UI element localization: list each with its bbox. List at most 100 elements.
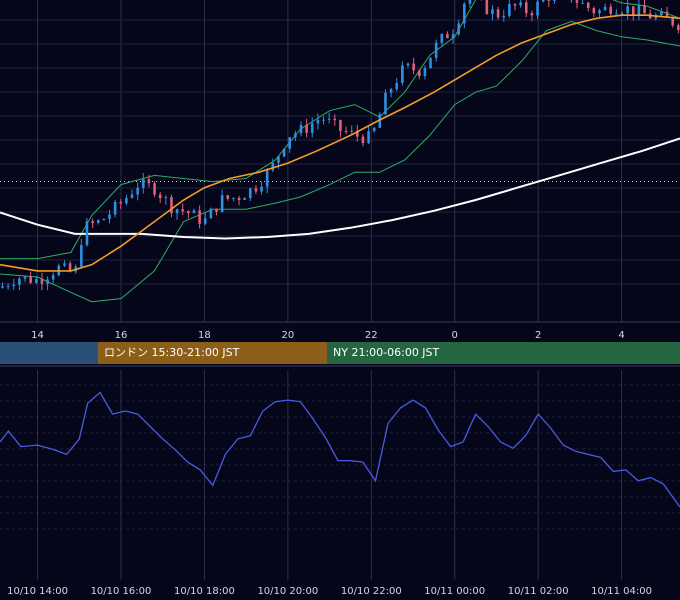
candle-up [232, 197, 235, 199]
candle-up [51, 275, 55, 280]
osc-x-tick-label: 10/11 02:00 [508, 586, 569, 597]
candle-up [113, 201, 117, 215]
candle-up [637, 5, 641, 15]
candle-up [468, 0, 472, 4]
candle-down [586, 2, 590, 9]
session-band-tokyo [0, 342, 98, 364]
price-x-tick-label: 4 [618, 330, 624, 341]
candle-down [181, 209, 185, 212]
candle-up [220, 195, 224, 212]
candle-down [496, 9, 500, 18]
candle-down [91, 221, 94, 223]
candle-up [80, 245, 83, 267]
price-x-tick-label: 18 [198, 330, 211, 341]
candle-up [389, 89, 393, 93]
candle-up [271, 162, 275, 171]
price-x-tick-label: 20 [281, 330, 294, 341]
candle-down [40, 279, 44, 284]
candle-down [333, 118, 337, 121]
candle-up [440, 33, 444, 43]
candle-down [158, 194, 162, 199]
candle-up [429, 57, 432, 69]
candle-up [260, 186, 263, 192]
candle-up [350, 130, 353, 132]
osc-x-tick-label: 10/10 22:00 [341, 586, 402, 597]
candle-down [29, 276, 32, 283]
candle-up [423, 68, 427, 77]
candle-up [660, 11, 663, 16]
candle-up [581, 2, 584, 4]
candle-down [609, 6, 613, 14]
candle-up [406, 63, 410, 66]
candle-up [96, 220, 100, 223]
candle-up [18, 278, 21, 285]
candle-up [282, 148, 286, 157]
candle-down [530, 13, 534, 16]
candle-down [575, 0, 579, 3]
candle-up [541, 0, 545, 2]
candle-up [6, 286, 10, 288]
candle-down [446, 33, 449, 39]
candle-down [513, 4, 517, 6]
candle-down [643, 5, 646, 14]
candle-up [243, 198, 246, 201]
candle-up [536, 1, 539, 16]
candle-up [508, 4, 511, 16]
session-band-london: ロンドン 15:30-21:00 JST [98, 342, 327, 364]
candle-up [136, 187, 139, 195]
candle-up [603, 6, 607, 11]
candle-down [344, 130, 348, 132]
candle-up [463, 3, 466, 24]
price-x-tick-label: 16 [115, 330, 128, 341]
candle-down [237, 197, 241, 201]
candle-down [119, 201, 123, 204]
osc-x-tick-label: 10/10 20:00 [257, 586, 318, 597]
candle-up [12, 284, 16, 287]
candle-up [209, 208, 213, 219]
candle-up [34, 279, 38, 283]
candle-up [299, 124, 303, 134]
candle-down [226, 195, 230, 199]
price-x-tick-label: 22 [365, 330, 378, 341]
candle-up [142, 179, 145, 188]
candle-up [85, 221, 89, 246]
osc-x-tick-label: 10/11 04:00 [591, 586, 652, 597]
candle-down [305, 124, 308, 133]
candle-up [316, 119, 320, 124]
candle-down [592, 8, 596, 14]
candle-up [401, 65, 404, 84]
candle-down [147, 179, 151, 184]
candle-up [615, 13, 618, 15]
candle-down [677, 25, 680, 31]
candle-up [519, 2, 522, 6]
short-moving-average-line [0, 14, 680, 272]
osc-x-tick-label: 10/10 16:00 [91, 586, 152, 597]
candle-up [451, 34, 455, 39]
candle-down [198, 210, 201, 224]
candle-up [125, 197, 128, 204]
candle-up [46, 279, 49, 284]
candle-down [153, 183, 156, 195]
candle-up [294, 133, 297, 138]
candle-up [434, 42, 438, 58]
price-x-tick-label: 14 [31, 330, 44, 341]
oscillator-line [0, 391, 680, 508]
osc-x-tick-label: 10/10 18:00 [174, 586, 235, 597]
candle-up [108, 214, 111, 219]
candle-down [170, 197, 173, 214]
candle-up [63, 263, 66, 266]
candle-up [265, 170, 269, 187]
chart-canvas: 14 16 18 20 22 0 2 4 10/10 14:00 10/10 16:00 10/10… [0, 0, 680, 597]
candle-down [187, 211, 190, 214]
candle-up [175, 209, 179, 214]
candle-down [361, 136, 365, 144]
osc-x-tick-label: 10/11 00:00 [424, 586, 485, 597]
candle-up [102, 218, 106, 221]
candle-down [215, 208, 218, 212]
candle-up [327, 118, 331, 120]
chart-window: 14 16 18 20 22 0 2 4 10/10 14:00 10/10 16:00 10/10… [0, 0, 680, 600]
candle-up [1, 286, 4, 288]
candle-up [288, 137, 292, 149]
candle-up [192, 210, 196, 214]
candle-down [485, 0, 489, 14]
